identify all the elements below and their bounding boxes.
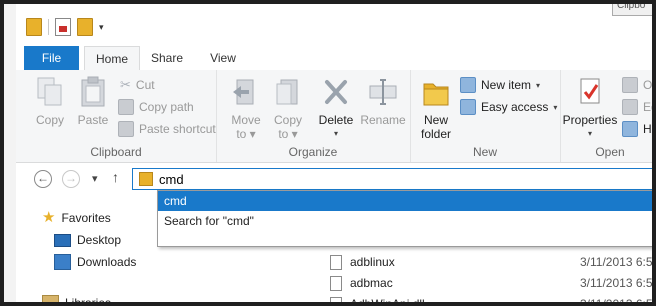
file-row[interactable]: adbmac 3/11/2013 6:54 <box>306 273 652 293</box>
easy-access-button[interactable]: Easy access ▾ <box>460 98 557 116</box>
up-button[interactable]: ↑ <box>112 169 119 185</box>
history-button[interactable]: Hist <box>622 120 652 138</box>
copy-button[interactable]: Copy <box>30 76 70 127</box>
paste-button[interactable]: Paste <box>72 76 114 127</box>
paste-shortcut-button[interactable]: Paste shortcut <box>118 120 216 138</box>
paste-shortcut-icon <box>118 121 134 137</box>
file-icon <box>330 275 342 291</box>
downloads-icon <box>54 254 71 270</box>
properties-dropdown-arrow: ▾ <box>587 129 592 138</box>
star-icon: ★ <box>42 209 56 226</box>
folder-icon <box>26 18 42 36</box>
new-group: New folder New item ▾ Easy access ▾ New <box>410 70 561 162</box>
customize-toolbar-dropdown[interactable]: ▾ <box>99 22 104 33</box>
scissors-icon: ✂ <box>120 77 131 92</box>
open-group: Properties ▾ Ope Edi Hist Open <box>560 70 652 162</box>
move-to-button[interactable]: Move to ▾ <box>226 76 266 141</box>
desktop-icon <box>54 233 71 247</box>
delete-button[interactable]: Delete ▾ <box>316 76 356 141</box>
delete-icon <box>325 80 347 104</box>
title-bar: ▾ Clipbo <box>16 4 652 44</box>
nav-libraries[interactable]: Libraries <box>42 295 111 302</box>
copy-to-icon <box>276 79 298 105</box>
autocomplete-item-search[interactable]: Search for "cmd" <box>158 211 652 231</box>
new-folder-icon[interactable] <box>77 18 93 36</box>
open-group-label: Open <box>595 145 625 159</box>
nav-downloads[interactable]: Downloads <box>54 254 136 270</box>
tab-home[interactable]: Home <box>84 46 140 71</box>
address-input[interactable] <box>159 171 639 187</box>
easy-access-dropdown-arrow: ▾ <box>553 102 558 112</box>
new-group-label: New <box>472 145 497 159</box>
easy-access-icon <box>460 99 476 115</box>
move-to-icon <box>233 79 254 105</box>
address-bar[interactable] <box>132 168 652 190</box>
address-autocomplete: cmd Search for "cmd" <box>157 190 652 247</box>
libraries-icon <box>42 295 59 302</box>
new-folder-button[interactable]: New folder <box>416 76 456 141</box>
nav-favorites[interactable]: ★ Favorites <box>42 209 111 226</box>
open-icon <box>622 77 638 93</box>
tab-share[interactable]: Share <box>144 46 190 70</box>
organize-group: Move to ▾ Copy to ▾ Delete ▾ Rename Orga… <box>216 70 411 162</box>
organize-group-label: Organize <box>288 145 338 159</box>
file-icon <box>330 254 342 270</box>
toolbar-separator <box>48 19 49 35</box>
screenshot-frame: ▾ Clipbo File Home Share View Copy Paste… <box>0 0 656 306</box>
open-button[interactable]: Ope <box>622 76 652 94</box>
clipboard-group: Copy Paste ✂ Cut Copy path Paste shortcu… <box>16 70 217 162</box>
back-button[interactable]: ← <box>34 170 52 188</box>
new-item-button[interactable]: New item ▾ <box>460 76 540 94</box>
ribbon: Copy Paste ✂ Cut Copy path Paste shortcu… <box>16 70 652 163</box>
quick-access-toolbar: ▾ <box>26 18 104 36</box>
recent-locations-dropdown[interactable]: ▾ <box>92 172 98 185</box>
edit-icon <box>622 99 638 115</box>
folder-icon <box>139 172 153 186</box>
properties-button[interactable]: Properties ▾ <box>562 76 618 141</box>
nav-desktop[interactable]: Desktop <box>54 233 121 247</box>
rename-icon <box>369 79 397 105</box>
forward-button[interactable]: → <box>62 170 80 188</box>
cut-button[interactable]: ✂ Cut <box>120 76 155 94</box>
file-row[interactable]: adblinux 3/11/2013 6:54 <box>306 252 652 272</box>
new-item-dropdown-arrow: ▾ <box>536 80 541 90</box>
copy-to-button[interactable]: Copy to ▾ <box>268 76 308 141</box>
copy-path-button[interactable]: Copy path <box>118 98 194 116</box>
paste-icon <box>81 76 105 107</box>
ribbon-tabs: File Home Share View <box>16 46 652 71</box>
dll-file-icon <box>330 296 342 302</box>
file-explorer-window: ▾ Clipbo File Home Share View Copy Paste… <box>16 4 652 302</box>
edit-button[interactable]: Edi <box>622 98 652 116</box>
autocomplete-item-cmd[interactable]: cmd <box>158 191 652 211</box>
file-row[interactable]: AdbWinApi.dll 3/11/2013 6:54 <box>306 294 652 302</box>
tab-view[interactable]: View <box>202 46 244 70</box>
new-item-icon <box>460 77 476 93</box>
new-folder-icon <box>423 83 449 106</box>
tab-file[interactable]: File <box>24 46 79 70</box>
clipboard-group-label: Clipboard <box>90 145 142 159</box>
rename-button[interactable]: Rename <box>358 76 408 127</box>
properties-icon[interactable] <box>55 18 71 36</box>
background-window-tab: Clipbo <box>612 4 652 16</box>
history-icon <box>622 121 638 137</box>
copy-path-icon <box>118 99 134 115</box>
properties-icon <box>580 78 600 104</box>
copy-icon <box>37 77 62 106</box>
